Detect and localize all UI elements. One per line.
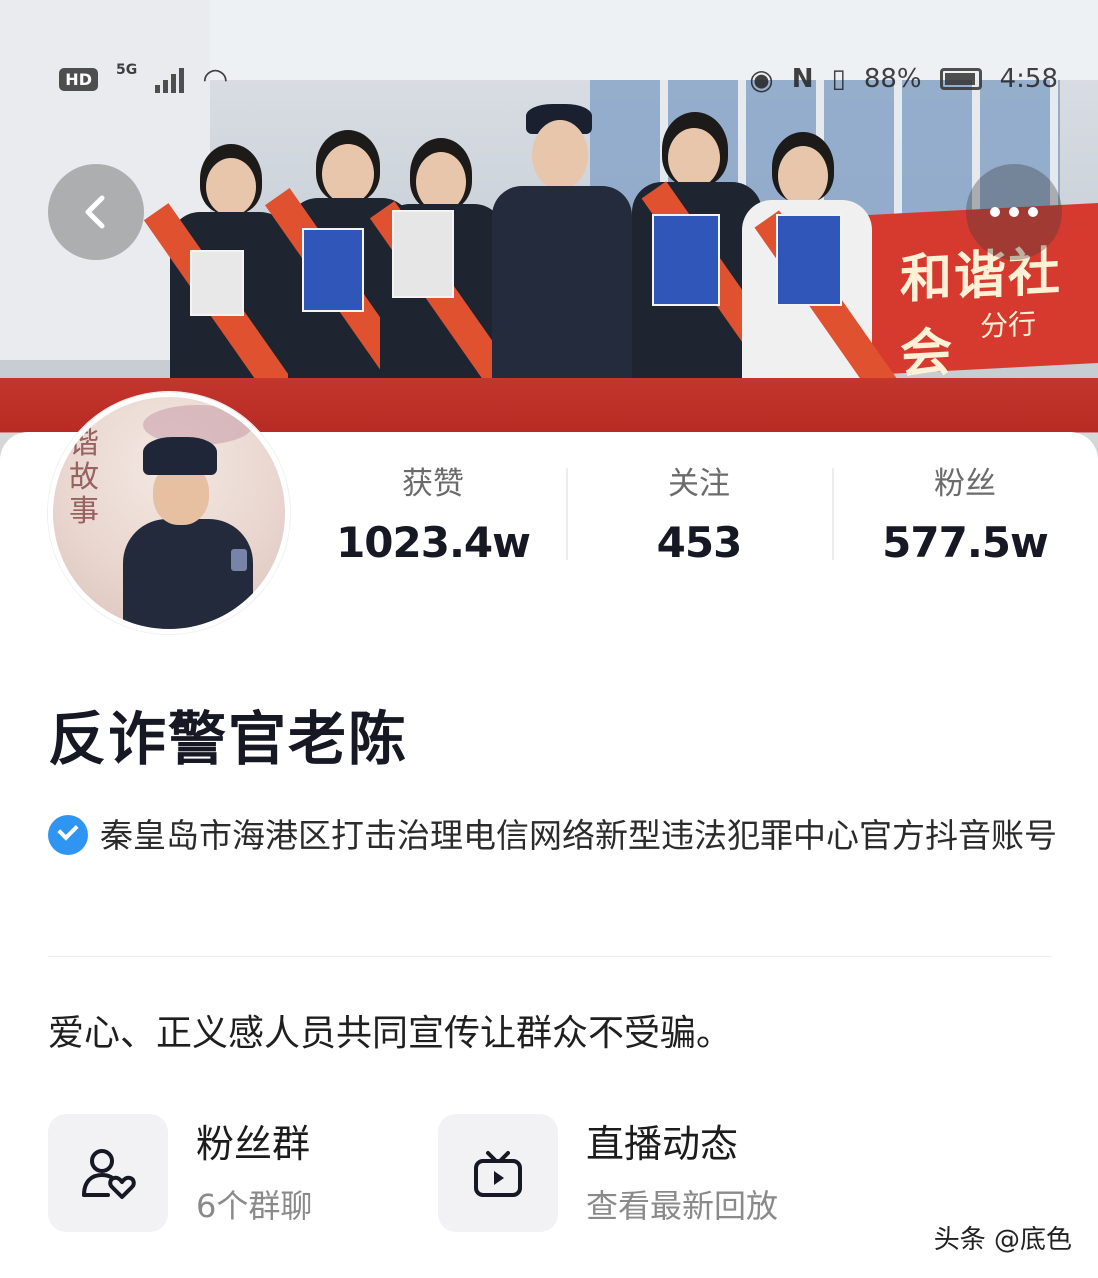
- hd-icon: HD: [59, 68, 98, 91]
- live-title: 直播动态: [586, 1122, 739, 1166]
- avatar[interactable]: 谐故事: [48, 392, 290, 634]
- stat-following-value: 453: [656, 518, 743, 567]
- signal-icon: [155, 67, 185, 93]
- nfc-icon: N: [791, 64, 814, 94]
- stat-likes[interactable]: 获赞 1023.4w: [300, 464, 566, 567]
- live-entry[interactable]: 直播动态 查看最新回放: [438, 1114, 778, 1232]
- wifi-icon: ◠: [202, 62, 229, 97]
- clock: 4:58: [999, 64, 1058, 94]
- verification-info: 秦皇岛市海港区打击治理电信网络新型违法犯罪中心官方抖音账号: [48, 808, 1058, 864]
- watermark: 头条 @底色: [929, 1217, 1076, 1258]
- profile-stats: 获赞 1023.4w 关注 453 粉丝 577.5w: [300, 464, 1098, 567]
- battery-percent: 88%: [863, 64, 922, 94]
- stat-followers[interactable]: 粉丝 577.5w: [832, 464, 1098, 567]
- more-button[interactable]: [966, 164, 1062, 260]
- status-bar: HD 5G ◠ ◉ N ▯ 88% 4:58: [59, 62, 1058, 97]
- eye-icon: ◉: [749, 62, 774, 96]
- cover-sign-subtext: 分行: [980, 307, 1037, 344]
- battery-icon: [939, 68, 982, 90]
- stat-likes-value: 1023.4w: [336, 518, 531, 567]
- fans-group-icon-box: [48, 1114, 168, 1232]
- chevron-left-icon: [85, 195, 105, 229]
- avatar-calligraphy: 谐故事: [69, 426, 99, 529]
- more-dots-icon: [990, 207, 1038, 217]
- live-icon-box: [438, 1114, 558, 1232]
- stat-followers-value: 577.5w: [882, 518, 1049, 567]
- stat-followers-label: 粉丝: [934, 466, 996, 502]
- user-heart-icon: [82, 1149, 136, 1199]
- fans-group-title: 粉丝群: [196, 1122, 311, 1166]
- network-label: 5G: [115, 61, 138, 78]
- stat-likes-label: 获赞: [402, 466, 464, 502]
- back-button[interactable]: [48, 164, 144, 260]
- divider: [48, 956, 1052, 957]
- stat-following-label: 关注: [668, 466, 730, 502]
- profile-page: 和谐社会 分行 HD 5G ◠ ◉ N ▯ 88% 4:58 谐故事 获赞 10…: [0, 0, 1098, 1278]
- verification-text: 秦皇岛市海港区打击治理电信网络新型违法犯罪中心官方抖音账号: [100, 816, 1057, 855]
- vibrate-icon: ▯: [831, 64, 846, 94]
- stat-following[interactable]: 关注 453: [566, 464, 832, 567]
- tv-play-icon: [474, 1151, 522, 1197]
- profile-bio: 爱心、正义感人员共同宣传让群众不受骗。: [48, 1013, 733, 1054]
- fans-group-entry[interactable]: 粉丝群 6个群聊: [48, 1114, 312, 1232]
- cover-photo: 和谐社会 分行 HD 5G ◠ ◉ N ▯ 88% 4:58: [0, 0, 1098, 460]
- verified-check-icon: [48, 814, 88, 855]
- live-subtitle: 查看最新回放: [586, 1187, 779, 1225]
- profile-nickname: 反诈警官老陈: [48, 705, 409, 773]
- fans-group-subtitle: 6个群聊: [196, 1187, 313, 1225]
